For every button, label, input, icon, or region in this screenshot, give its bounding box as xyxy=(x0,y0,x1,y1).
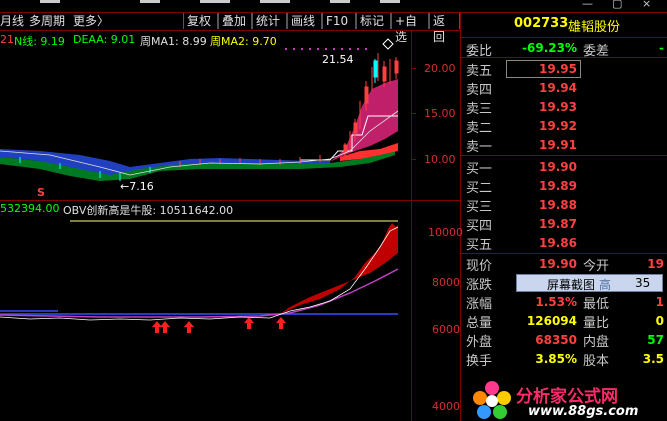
buy-5-label: 买五 xyxy=(466,238,493,253)
obv-chart xyxy=(0,220,399,333)
zongliang-label: 总量 xyxy=(466,316,493,331)
zhangfu-value: 1.53% xyxy=(535,295,577,309)
price-tick-10: 10.00 xyxy=(424,153,456,166)
xianjia-label: 现价 xyxy=(466,259,493,274)
statistics-button[interactable]: 统计 xyxy=(252,13,287,29)
sell-2-price[interactable]: 19.92 xyxy=(522,119,577,133)
f10-button[interactable]: F10 xyxy=(322,13,356,29)
buy-arrows xyxy=(152,317,286,333)
high-annotation: 21.54 xyxy=(322,53,354,66)
weibi-value: -69.23% xyxy=(522,41,577,55)
chevron-right-icon: 〉 xyxy=(97,14,110,28)
sell-1-price[interactable]: 19.91 xyxy=(522,138,577,152)
mark-button[interactable]: 标记 xyxy=(356,13,391,29)
obv-tick-10000: 10000 xyxy=(428,226,463,239)
price-tick-15: 15.00 xyxy=(424,107,456,120)
weicha-value: - xyxy=(659,41,664,55)
restore-rights-button[interactable]: 复权 xyxy=(183,13,218,29)
sell-5-label: 卖五 xyxy=(466,64,493,79)
tab-multi-period[interactable]: 多周期 xyxy=(29,13,65,29)
stock-name: 雄韬股份 xyxy=(568,20,621,35)
flower-icon xyxy=(473,381,511,419)
buy-2-price[interactable]: 19.89 xyxy=(522,179,577,193)
panel-divider xyxy=(460,12,461,421)
sell-4-price[interactable]: 19.94 xyxy=(522,81,577,95)
weibi-row: 委比 -69.23% 委差 - xyxy=(462,39,667,59)
liangbi-label: 量比 xyxy=(583,316,610,331)
draw-line-button[interactable]: 画线 xyxy=(287,13,322,29)
neipan-label: 内盘 xyxy=(583,335,610,350)
buy-4-price[interactable]: 19.87 xyxy=(522,217,577,231)
window-controls: — ▢ × xyxy=(462,0,667,12)
candles-down xyxy=(373,59,378,83)
zongliang-value: 126094 xyxy=(526,314,577,328)
sell-3-label: 卖三 xyxy=(466,102,493,117)
obv-tick-6000: 6000 xyxy=(432,323,460,336)
overlay-button[interactable]: 叠加 xyxy=(218,13,252,29)
screenshot-label: 屏幕截图 xyxy=(547,278,596,292)
stock-header: 002733 雄韬股份 xyxy=(462,13,667,35)
add-watchlist-button[interactable]: +自选 xyxy=(391,13,429,44)
obv-ma-line xyxy=(0,268,399,318)
jinkai-value: 19 xyxy=(647,257,664,271)
menu-fragment xyxy=(0,0,460,5)
watermark-url: www.88gs.com xyxy=(528,404,639,419)
zhangfu-label: 涨幅 xyxy=(466,297,493,312)
signal-marker: S xyxy=(37,186,45,199)
guben-label: 股本 xyxy=(583,354,610,369)
more-label: 更多 xyxy=(73,14,98,28)
huanshou-value: 3.85% xyxy=(535,352,577,366)
price-tick-20: 20.00 xyxy=(424,62,456,75)
more-menu[interactable]: 更多〉 xyxy=(73,13,109,29)
buy-3-label: 买三 xyxy=(466,200,493,215)
maximize-icon[interactable]: ▢ xyxy=(612,0,622,10)
back-button[interactable]: 返回 xyxy=(429,13,460,44)
obv-line xyxy=(0,226,399,321)
waipan-value: 68350 xyxy=(535,333,577,347)
sell-5-price[interactable]: 19.95 xyxy=(522,62,577,76)
watermark-logo: 分析家公式网 www.88gs.com xyxy=(470,380,667,421)
obv-tick-4000: 4000 xyxy=(432,400,460,413)
buy-4-label: 买四 xyxy=(466,219,493,234)
popup-value: 35 xyxy=(635,276,651,290)
popup-suffix: 高 xyxy=(599,278,612,292)
buy-2-label: 买二 xyxy=(466,181,493,196)
buy-3-price[interactable]: 19.88 xyxy=(522,198,577,212)
zuidi-value: 1 xyxy=(655,295,664,309)
sell-1-label: 卖一 xyxy=(466,140,493,155)
diamond-marker xyxy=(382,38,394,50)
low-annotation: ←7.16 xyxy=(120,180,154,193)
minimize-icon[interactable]: — xyxy=(582,0,593,10)
buy-1-price[interactable]: 19.90 xyxy=(522,160,577,174)
neipan-value: 57 xyxy=(647,333,664,347)
waipan-label: 外盘 xyxy=(466,335,493,350)
close-icon[interactable]: × xyxy=(642,0,651,10)
sell-3-price[interactable]: 19.93 xyxy=(522,100,577,114)
obv-tick-8000: 8000 xyxy=(432,276,460,289)
buy-1-label: 买一 xyxy=(466,162,493,177)
tab-monthly[interactable]: 月线 xyxy=(0,13,24,29)
sell-2-label: 卖二 xyxy=(466,121,493,136)
jinkai-label: 今开 xyxy=(583,259,610,274)
zhangdie-label: 涨跌 xyxy=(466,278,493,293)
obv-area xyxy=(280,223,398,314)
stock-code: 002733 xyxy=(514,16,569,31)
buy-5-price[interactable]: 19.86 xyxy=(522,236,577,250)
sell-4-label: 卖四 xyxy=(466,83,493,98)
huanshou-label: 换手 xyxy=(466,354,493,369)
xianjia-value: 19.90 xyxy=(539,257,577,271)
sell-list: 卖五 19.95 卖四 19.94 卖三 19.93 卖二 19.92 卖一 1… xyxy=(462,58,667,155)
liangbi-value: 0 xyxy=(655,314,664,328)
zuidi-label: 最低 xyxy=(583,297,610,312)
price-axis-border xyxy=(411,30,412,421)
guben-value: 3.5 xyxy=(642,352,664,366)
buy-list: 买一 19.90 买二 19.89 买三 19.88 买四 19.87 买五 1… xyxy=(462,156,667,253)
screenshot-tooltip[interactable]: 屏幕截图 高 35 xyxy=(516,274,663,292)
